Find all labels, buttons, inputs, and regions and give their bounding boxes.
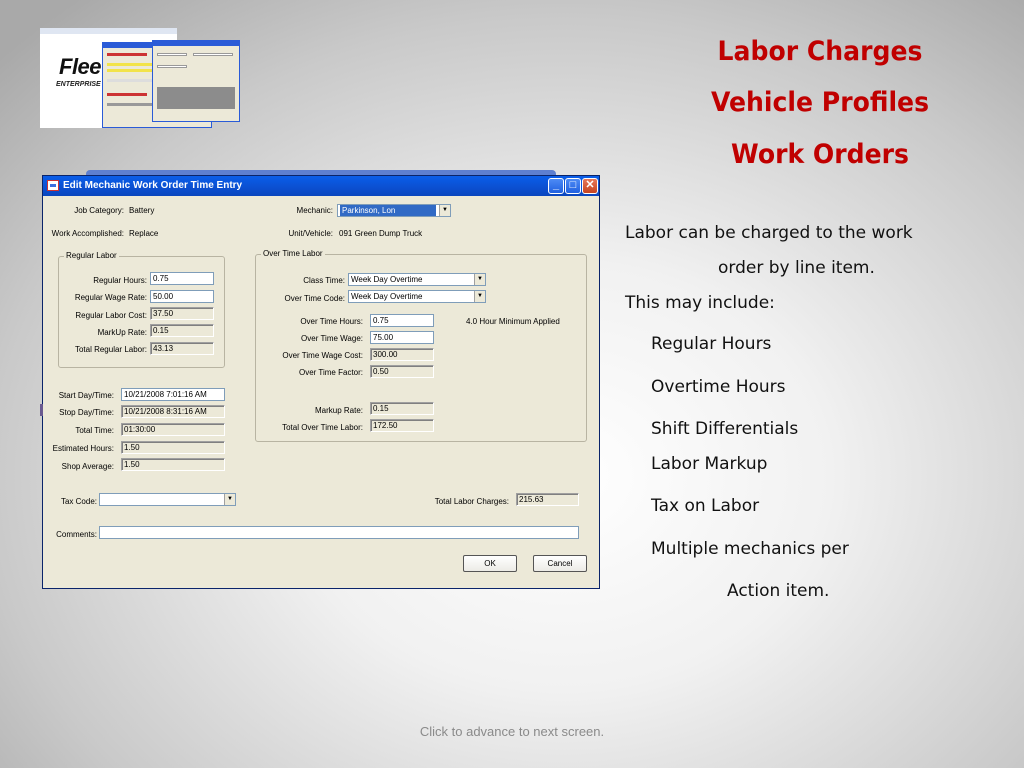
total-labor-charges-label: Total Labor Charges:	[434, 497, 509, 506]
overtime-wage-cost-field: 300.00	[370, 348, 434, 361]
unit-vehicle-label: Unit/Vehicle:	[288, 229, 333, 238]
comments-label: Comments:	[56, 530, 97, 539]
total-regular-field: 43.13	[150, 342, 214, 355]
list-item: Regular Hours	[651, 334, 772, 354]
regular-markup-field: 0.15	[150, 324, 214, 337]
start-time-label: Start Day/Time:	[58, 391, 114, 400]
class-time-value: Week Day Overtime	[351, 275, 423, 284]
ok-button[interactable]: OK	[463, 555, 517, 572]
unit-vehicle-value: 091 Green Dump Truck	[339, 229, 423, 238]
overtime-code-label: Over Time Code:	[284, 294, 345, 303]
overtime-code-select[interactable]: Week Day Overtime ▼	[348, 290, 486, 303]
heading-work-orders: Work Orders	[731, 139, 909, 170]
app-icon	[47, 180, 59, 191]
shop-average-field: 1.50	[121, 458, 225, 471]
regular-wage-label: Regular Wage Rate:	[74, 293, 147, 302]
body-line-3: This may include:	[625, 293, 775, 313]
overtime-factor-field: 0.50	[370, 365, 434, 378]
work-accomplished-value: Replace	[129, 229, 159, 238]
tax-code-select[interactable]: ▼	[99, 493, 236, 506]
maximize-button[interactable]: □	[565, 178, 581, 194]
regular-cost-label: Regular Labor Cost:	[75, 311, 147, 320]
stop-time-label: Stop Day/Time:	[59, 408, 114, 417]
list-item: Tax on Labor	[651, 496, 760, 516]
edit-time-entry-dialog: Edit Mechanic Work Order Time Entry _ □ …	[40, 175, 600, 589]
shop-average-label: Shop Average:	[61, 462, 114, 471]
list-item: Shift Differentials	[651, 419, 799, 439]
mechanic-select[interactable]: Parkinson, Lon ▼	[337, 204, 451, 217]
list-item: Overtime Hours	[651, 377, 786, 397]
stop-time-field[interactable]: 10/21/2008 8:31:16 AM	[121, 405, 225, 418]
regular-labor-group-title: Regular Labor	[64, 251, 119, 260]
total-labor-charges-field: 215.63	[516, 493, 579, 506]
logo-subtitle: ENTERPRISE E	[56, 81, 108, 88]
chevron-down-icon[interactable]: ▼	[224, 494, 235, 505]
total-time-field: 01:30:00	[121, 423, 225, 436]
overtime-factor-label: Over Time Factor:	[298, 368, 363, 377]
advance-hint[interactable]: Click to advance to next screen.	[0, 724, 1024, 739]
total-time-label: Total Time:	[75, 426, 114, 435]
chevron-down-icon[interactable]: ▼	[474, 274, 485, 285]
close-button[interactable]: ✕	[582, 178, 598, 194]
total-overtime-field: 172.50	[370, 419, 434, 432]
regular-cost-field: 37.50	[150, 307, 214, 320]
comments-input[interactable]	[99, 526, 579, 539]
minimum-applied-note: 4.0 Hour Minimum Applied	[466, 317, 560, 326]
minimize-button[interactable]: _	[548, 178, 564, 194]
class-time-label: Class Time:	[303, 276, 345, 285]
total-overtime-label: Total Over Time Labor:	[282, 423, 363, 432]
total-regular-label: Total Regular Labor:	[74, 345, 147, 354]
dialog-title: Edit Mechanic Work Order Time Entry	[63, 180, 243, 191]
overtime-markup-label: Markup Rate:	[314, 406, 363, 415]
overtime-hours-label: Over Time Hours:	[300, 317, 363, 326]
dialog-titlebar[interactable]: Edit Mechanic Work Order Time Entry _ □ …	[43, 176, 599, 196]
regular-hours-input[interactable]: 0.75	[150, 272, 214, 285]
list-item: Multiple mechanics per	[651, 539, 849, 559]
overtime-wage-cost-label: Over Time Wage Cost:	[282, 351, 363, 360]
start-time-input[interactable]: 10/21/2008 7:01:16 AM	[121, 388, 225, 401]
thumbnail-screenshot: Flee ENTERPRISE E	[40, 28, 240, 128]
estimated-hours-field: 1.50	[121, 441, 225, 454]
overtime-hours-input[interactable]: 0.75	[370, 314, 434, 327]
list-item: Labor Markup	[651, 454, 768, 474]
body-line-1: Labor can be charged to the work	[625, 223, 913, 243]
regular-markup-label: MarkUp Rate:	[97, 328, 147, 337]
mechanic-label: Mechanic:	[296, 206, 333, 215]
job-category-label: Job Category:	[74, 206, 124, 215]
regular-hours-label: Regular Hours:	[93, 276, 147, 285]
heading-labor-charges: Labor Charges	[717, 36, 923, 67]
class-time-select[interactable]: Week Day Overtime ▼	[348, 273, 486, 286]
logo-text: Flee	[59, 54, 102, 79]
overtime-labor-group-title: Over Time Labor	[261, 249, 325, 258]
overtime-code-value: Week Day Overtime	[351, 292, 423, 301]
tax-code-label: Tax Code:	[60, 497, 97, 506]
overtime-wage-label: Over Time Wage:	[301, 334, 363, 343]
heading-vehicle-profiles: Vehicle Profiles	[710, 87, 930, 118]
regular-wage-input[interactable]: 50.00	[150, 290, 214, 303]
list-item-continued: Action item.	[727, 581, 830, 601]
mechanic-selected-value: Parkinson, Lon	[340, 205, 436, 216]
cancel-button[interactable]: Cancel	[533, 555, 587, 572]
overtime-markup-field: 0.15	[370, 402, 434, 415]
estimated-hours-label: Estimated Hours:	[52, 444, 114, 453]
chevron-down-icon[interactable]: ▼	[439, 205, 450, 216]
body-line-2: order by line item.	[718, 258, 875, 278]
work-accomplished-label: Work Accomplished:	[51, 229, 124, 238]
mini-window-front	[152, 40, 240, 122]
chevron-down-icon[interactable]: ▼	[474, 291, 485, 302]
job-category-value: Battery	[129, 206, 155, 215]
overtime-wage-input[interactable]: 75.00	[370, 331, 434, 344]
